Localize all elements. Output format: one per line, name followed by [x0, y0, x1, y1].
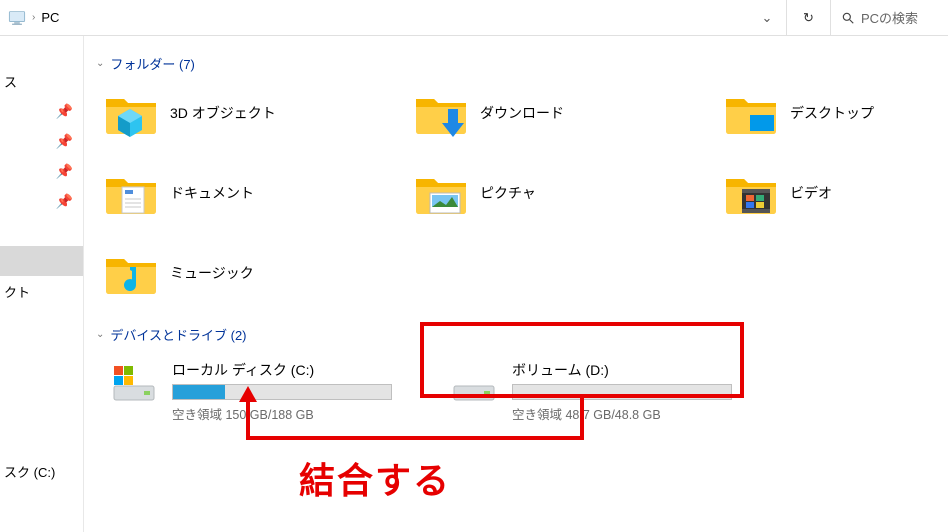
folder-3d-objects[interactable]: 3D オブジェクト	[94, 83, 404, 143]
pin-icon: 📌	[56, 133, 73, 150]
drive-name: ボリューム (D:)	[512, 360, 744, 380]
drive-c[interactable]: ローカル ディスク (C:) 空き領域 150 GB/188 GB	[102, 354, 412, 429]
folder-desktop-icon	[724, 89, 778, 137]
address-dropdown-button[interactable]: ⌄	[756, 10, 778, 26]
folder-pictures[interactable]: ピクチャ	[404, 163, 714, 223]
sidebar-item[interactable]: クト	[0, 276, 83, 306]
chevron-right-icon: ›	[32, 12, 35, 23]
drive-d[interactable]: ボリューム (D:) 空き領域 48.7 GB/48.8 GB	[442, 354, 752, 429]
sidebar-pin-item[interactable]: 📌	[0, 126, 83, 156]
search-icon	[841, 11, 855, 25]
group-header-drives[interactable]: ⌄ デバイスとドライブ (2)	[94, 325, 948, 344]
address-bar[interactable]: › PC ⌄	[0, 0, 786, 35]
drives-row: ローカル ディスク (C:) 空き領域 150 GB/188 GB ボリューム …	[94, 354, 948, 429]
drive-name: ローカル ディスク (C:)	[172, 360, 404, 380]
folder-desktop[interactable]: デスクトップ	[714, 83, 934, 143]
pin-icon: 📌	[56, 103, 73, 120]
group-title: フォルダー (7)	[110, 54, 195, 73]
folder-documents[interactable]: ドキュメント	[94, 163, 404, 223]
sidebar-item-active[interactable]	[0, 246, 83, 276]
chevron-down-icon: ⌄	[96, 58, 104, 69]
folder-documents-icon	[104, 169, 158, 217]
drive-usage-bar	[512, 384, 732, 400]
annotation-line	[246, 436, 584, 440]
sidebar-item[interactable]: ス	[0, 66, 83, 96]
pc-icon	[8, 11, 26, 25]
refresh-button[interactable]: ↻	[786, 0, 830, 35]
chevron-down-icon: ⌄	[96, 329, 104, 340]
folder-music-icon	[104, 249, 158, 297]
folders-grid: 3D オブジェクト ダウンロード	[94, 83, 948, 303]
folder-downloads-icon	[414, 89, 468, 137]
content-pane: ⌄ フォルダー (7) 3D オブジェクト	[84, 36, 948, 532]
sidebar-pin-item[interactable]: 📌	[0, 186, 83, 216]
pin-icon: 📌	[56, 163, 73, 180]
sidebar-pin-item[interactable]: 📌	[0, 156, 83, 186]
annotation-line	[246, 400, 250, 440]
nav-sidebar: ス 📌 📌 📌 📌 クト スク (C:)	[0, 36, 84, 532]
drive-free-text: 空き領域 150 GB/188 GB	[172, 404, 404, 423]
sidebar-item[interactable]: スク (C:)	[0, 456, 83, 486]
refresh-icon: ↻	[803, 10, 814, 26]
annotation-text: 結合する	[299, 452, 451, 504]
folder-videos-icon	[724, 169, 778, 217]
annotation-arrowhead-icon	[239, 386, 257, 402]
top-bar: › PC ⌄ ↻ PCの検索	[0, 0, 948, 36]
pin-icon: 📌	[56, 193, 73, 210]
folder-pictures-icon	[414, 169, 468, 217]
search-placeholder: PCの検索	[861, 8, 918, 27]
folder-music[interactable]: ミュージック	[94, 243, 404, 303]
drive-icon	[110, 360, 158, 408]
address-location: PC	[41, 10, 59, 25]
folder-3d-icon	[104, 89, 158, 137]
annotation-line	[580, 398, 584, 438]
drive-icon	[450, 360, 498, 408]
search-box[interactable]: PCの検索	[830, 0, 948, 35]
group-header-folders[interactable]: ⌄ フォルダー (7)	[94, 54, 948, 73]
group-title: デバイスとドライブ (2)	[110, 325, 246, 344]
sidebar-pin-item[interactable]: 📌	[0, 96, 83, 126]
drive-free-text: 空き領域 48.7 GB/48.8 GB	[512, 404, 744, 423]
drive-usage-bar	[172, 384, 392, 400]
folder-videos[interactable]: ビデオ	[714, 163, 934, 223]
folder-downloads[interactable]: ダウンロード	[404, 83, 714, 143]
